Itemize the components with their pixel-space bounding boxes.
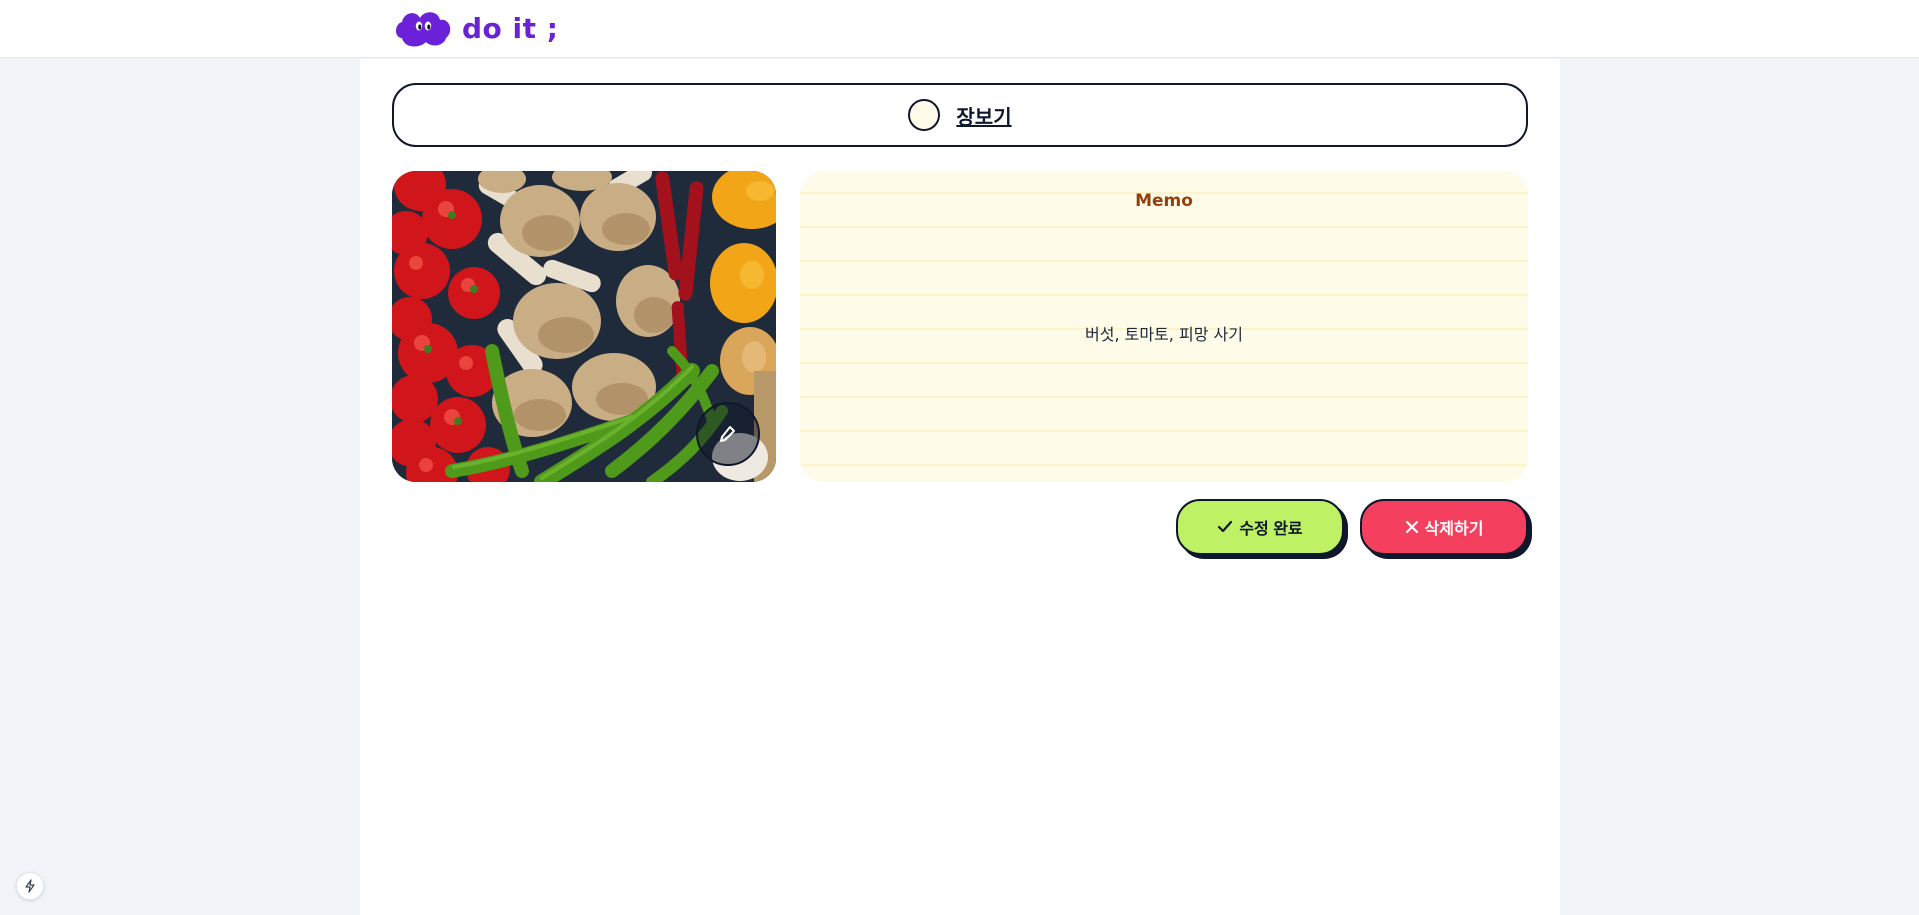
main-content: 장보기 Memo 버섯, 토마토, 피망 사기 수정 완료 삭제하기: [360, 59, 1560, 915]
save-button[interactable]: 수정 완료: [1176, 499, 1344, 555]
memo-title: Memo: [1135, 191, 1193, 211]
memo-panel: Memo 버섯, 토마토, 피망 사기: [800, 171, 1528, 482]
bolt-icon: [25, 879, 35, 893]
logo-text: do it ;: [462, 11, 559, 45]
memo-textarea[interactable]: 버섯, 토마토, 피망 사기: [800, 321, 1528, 345]
top-header: do it ;: [0, 0, 1919, 58]
check-icon: [1218, 520, 1233, 533]
delete-button[interactable]: 삭제하기: [1360, 499, 1528, 555]
save-button-label: 수정 완료: [1239, 521, 1303, 538]
todo-image: [392, 171, 776, 482]
logo[interactable]: do it ;: [392, 8, 558, 48]
cloud-mascot-icon: [396, 12, 451, 47]
x-icon: [1405, 520, 1418, 534]
pencil-icon: [720, 426, 735, 442]
todo-title-bar: 장보기: [392, 83, 1528, 147]
delete-button-label: 삭제하기: [1424, 521, 1484, 538]
edit-image-button[interactable]: [696, 402, 760, 466]
unchecked-circle-icon[interactable]: [908, 99, 941, 131]
dev-tools-button[interactable]: [16, 872, 44, 900]
todo-name[interactable]: 장보기: [956, 101, 1011, 130]
